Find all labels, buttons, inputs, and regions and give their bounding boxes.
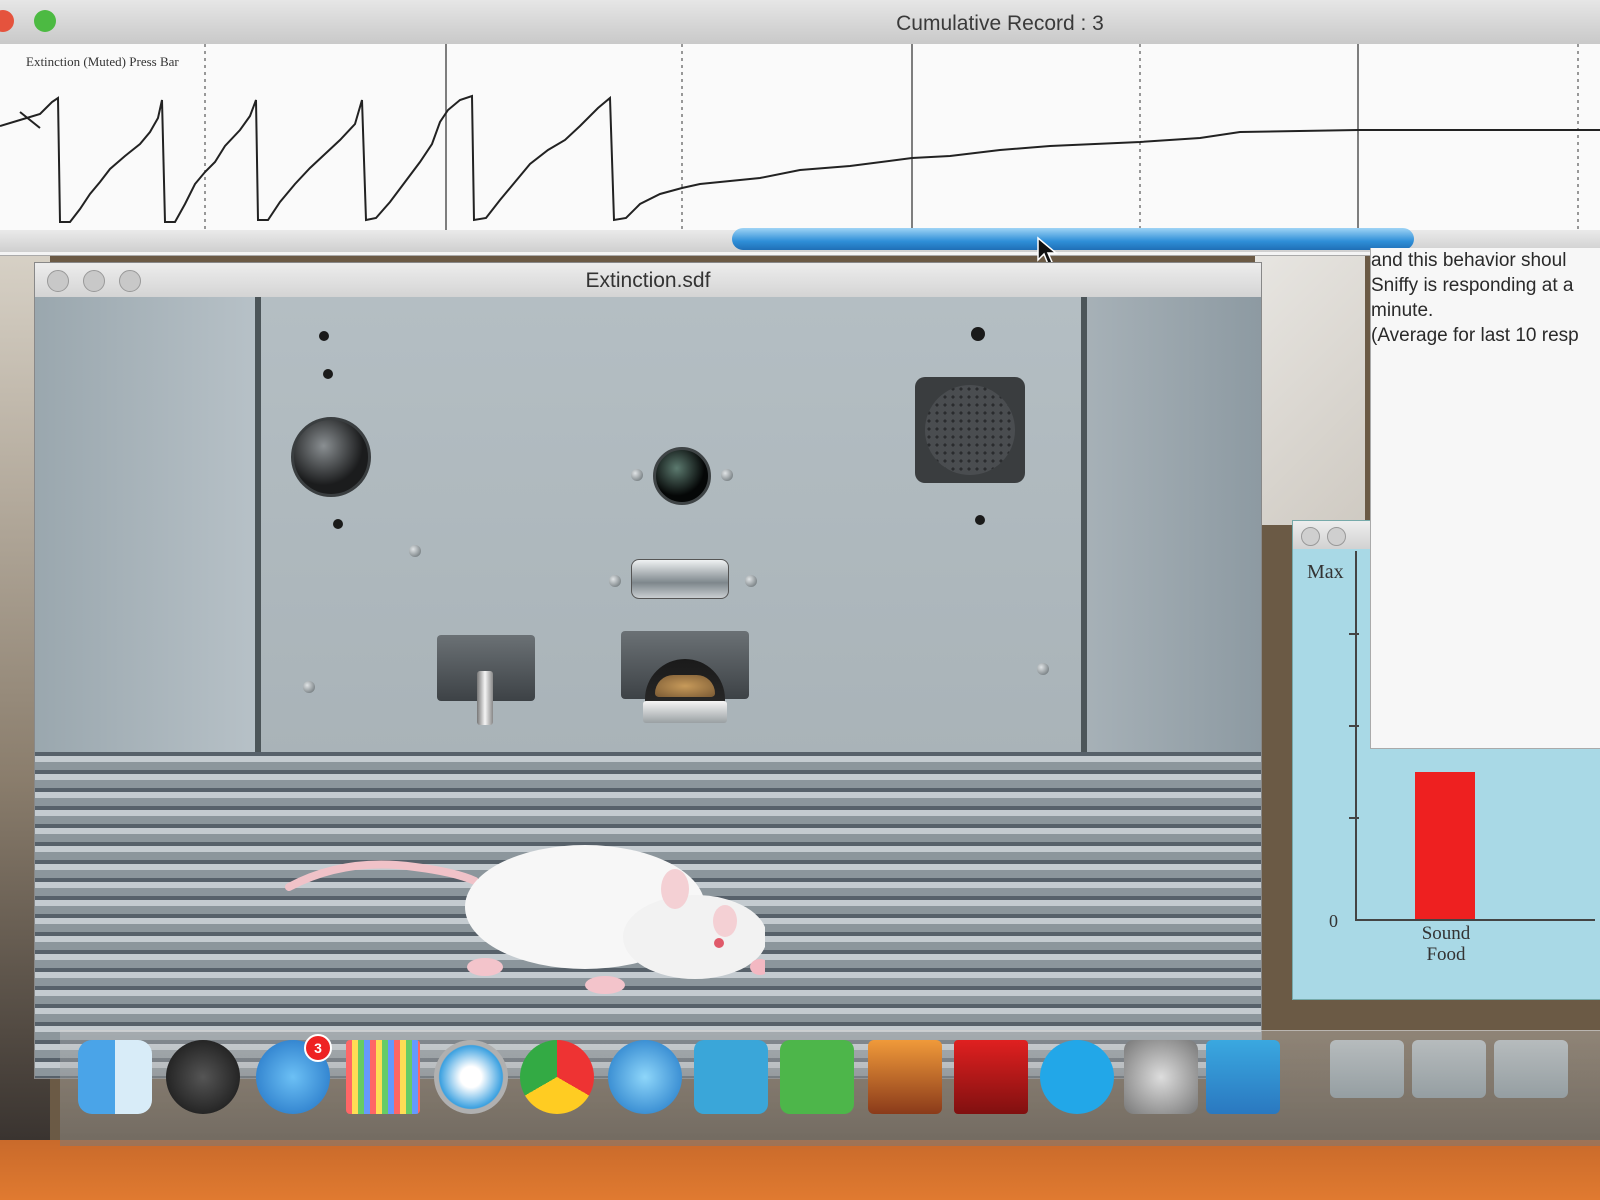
- bar-label-sound: Sound: [1421, 923, 1471, 944]
- panel-hole: [323, 369, 333, 379]
- downloads-folder-icon[interactable]: [1494, 1040, 1568, 1098]
- gear-icon[interactable]: [1124, 1040, 1198, 1114]
- app-store-icon[interactable]: 3: [256, 1034, 332, 1114]
- max-label: Max: [1307, 561, 1344, 583]
- dashboard-icon[interactable]: [166, 1040, 240, 1114]
- food-pellet-icon: [655, 675, 715, 697]
- message-line: minute.: [1371, 300, 1434, 321]
- skype-icon[interactable]: [1040, 1040, 1114, 1114]
- background-cloth: [1255, 245, 1365, 525]
- extinction-window: Extinction.sdf: [34, 262, 1262, 1079]
- cumulative-record-graph: [0, 44, 1600, 230]
- close-button[interactable]: [1301, 527, 1320, 546]
- y-tick: [1349, 633, 1359, 635]
- bar-label-food: Food: [1426, 944, 1466, 965]
- app-store-badge: 3: [304, 1034, 332, 1062]
- screw: [721, 469, 733, 481]
- lever-plate: [437, 635, 535, 725]
- cumulative-record-titlebar: Cumulative Record : 3: [0, 0, 1600, 45]
- panel-hole: [333, 519, 343, 529]
- house-light-icon: [291, 417, 371, 497]
- safari-icon[interactable]: [434, 1040, 508, 1114]
- dot-grid-icon[interactable]: [346, 1040, 420, 1114]
- press-bar-lever[interactable]: [477, 671, 493, 725]
- word-icon[interactable]: [694, 1040, 768, 1114]
- zero-label: 0: [1329, 911, 1338, 931]
- x-axis: [1355, 919, 1595, 921]
- sniffy-rat-icon[interactable]: [1206, 1040, 1280, 1114]
- signal-light-icon: [653, 447, 711, 505]
- cumulative-record-plot: Extinction (Muted) Press Bar: [0, 44, 1600, 230]
- itunes-icon[interactable]: [608, 1040, 682, 1114]
- food-hopper-plate: [621, 631, 749, 723]
- y-axis: [1355, 551, 1357, 921]
- cumulative-record-trace: [0, 94, 1600, 223]
- message-window-lower: [1370, 520, 1600, 749]
- documents-folder-icon[interactable]: [1412, 1040, 1486, 1098]
- photo-booth-icon[interactable]: [954, 1040, 1028, 1114]
- screw: [303, 681, 315, 693]
- water-spout: [631, 559, 729, 599]
- iphoto-icon[interactable]: [868, 1040, 942, 1114]
- y-tick: [1349, 817, 1359, 819]
- screw: [745, 575, 757, 587]
- finder-icon[interactable]: [78, 1040, 152, 1114]
- speaker-icon: [915, 377, 1025, 483]
- laptop-bezel: [0, 1140, 1600, 1200]
- sniffy-rat[interactable]: [285, 817, 765, 1007]
- sound-food-bar: [1415, 771, 1475, 919]
- cumulative-record-window: Cumulative Record : 3 Extinction (Muted)…: [0, 0, 1600, 256]
- extinction-title: Extinction.sdf: [585, 269, 711, 292]
- screw: [409, 545, 421, 557]
- panel-hole: [971, 327, 985, 341]
- message-line: (Average for last 10 resp: [1371, 325, 1579, 346]
- food-tray: [643, 701, 727, 723]
- panel-hole: [319, 331, 329, 341]
- screw: [609, 575, 621, 587]
- cumulative-record-title: Cumulative Record : 3: [896, 12, 1104, 35]
- y-tick: [1349, 725, 1359, 727]
- chamber-back-panel: [255, 297, 1087, 757]
- extinction-titlebar: Extinction.sdf: [35, 263, 1261, 298]
- minimize-button[interactable]: [1327, 527, 1346, 546]
- excel-icon[interactable]: [780, 1040, 854, 1114]
- message-line: and this behavior shoul: [1371, 250, 1567, 271]
- screw: [1037, 663, 1049, 675]
- screw: [631, 469, 643, 481]
- horizontal-scrollbar-thumb[interactable]: [732, 228, 1414, 250]
- operant-chamber: [35, 297, 1261, 1078]
- applications-folder-icon[interactable]: [1330, 1040, 1404, 1098]
- panel-hole: [975, 515, 985, 525]
- chrome-icon[interactable]: [520, 1040, 594, 1114]
- message-line: Sniffy is responding at a: [1371, 275, 1574, 296]
